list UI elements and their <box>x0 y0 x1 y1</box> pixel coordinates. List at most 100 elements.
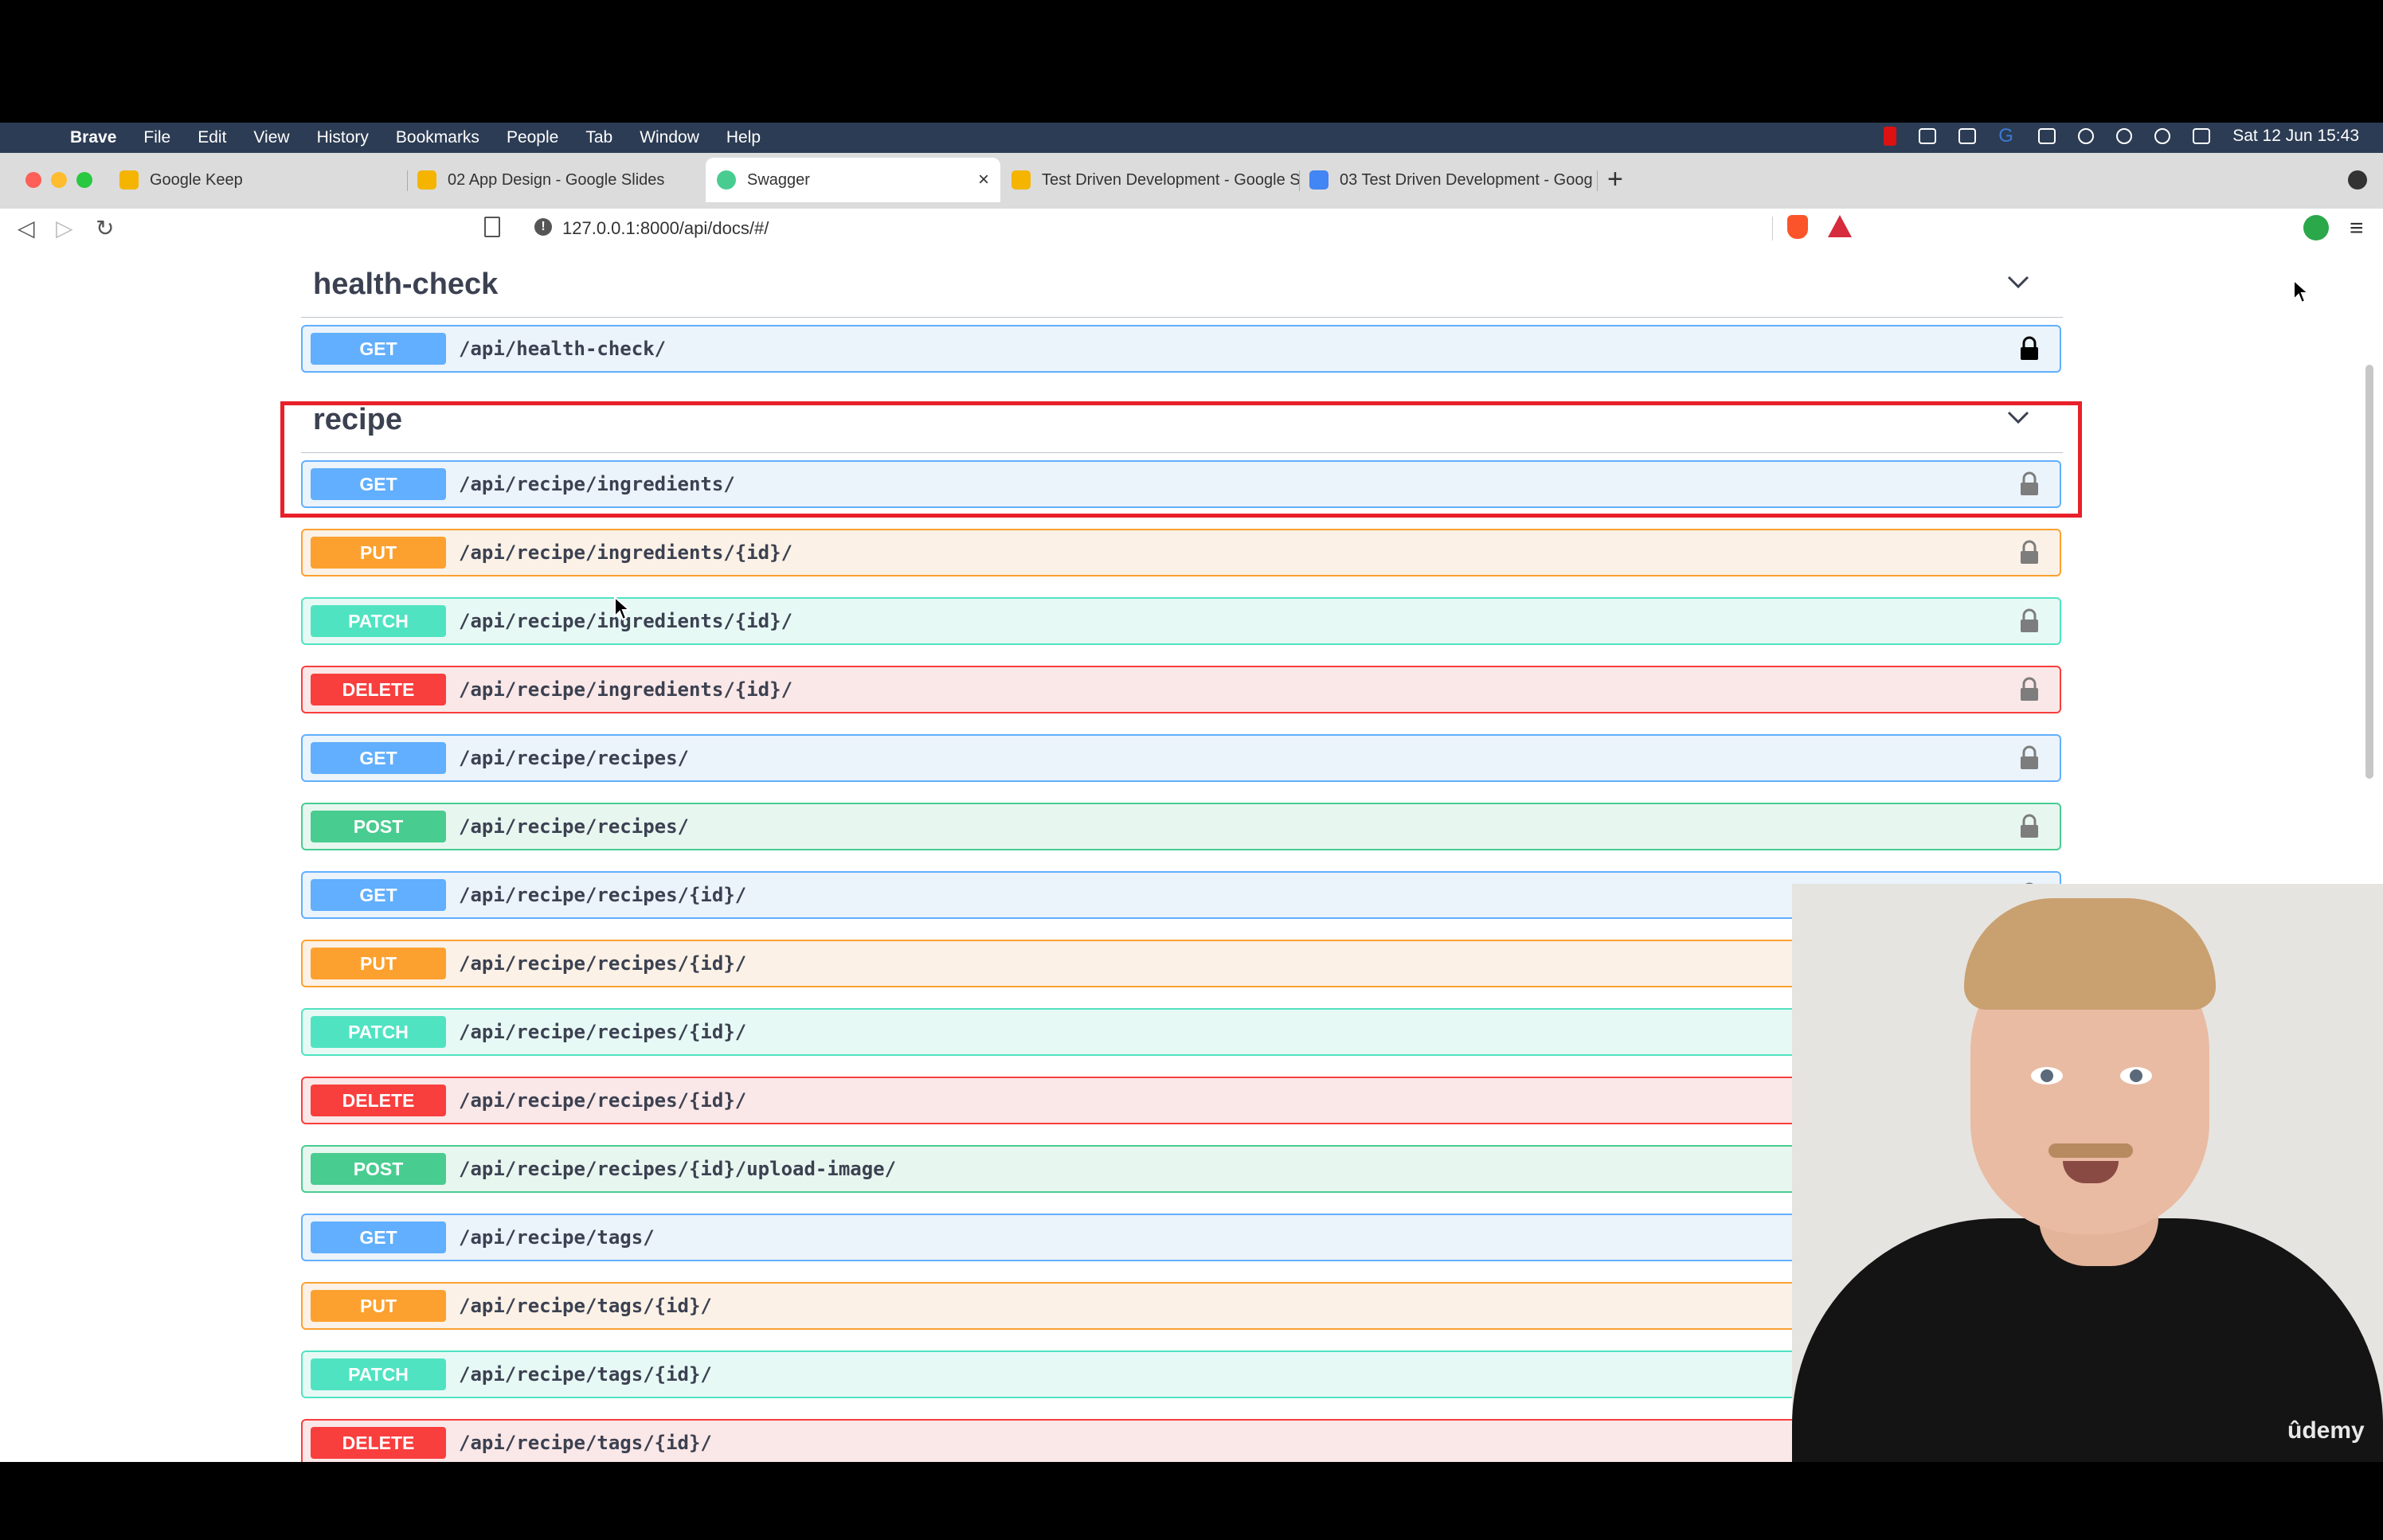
operation-path: /api/recipe/recipes/{id}/ <box>459 1021 747 1043</box>
lock-icon[interactable] <box>2019 677 2040 702</box>
bookmark-icon[interactable] <box>484 217 500 237</box>
operation-row[interactable]: GET/api/health-check/ <box>301 325 2061 373</box>
close-tab-icon[interactable]: × <box>978 169 989 191</box>
presenter-mustache <box>2048 1143 2133 1158</box>
browser-tab-bar: Google Keep 02 App Design - Google Slide… <box>0 153 2383 209</box>
swagger-icon <box>717 170 736 190</box>
section-divider <box>301 317 2063 318</box>
menu-help[interactable]: Help <box>726 128 761 147</box>
battery-icon[interactable] <box>2038 128 2056 144</box>
method-badge-patch: PATCH <box>311 605 446 637</box>
menu-clock[interactable]: Sat 12 Jun 15:43 <box>2232 127 2359 146</box>
address-bar[interactable]: 127.0.0.1:8000/api/docs/#/ <box>562 218 769 239</box>
menu-app-name[interactable]: Brave <box>70 128 116 147</box>
status-area: G Sat 12 Jun 15:43 <box>1884 127 2359 146</box>
menu-file[interactable]: File <box>143 128 170 147</box>
method-badge-put: PUT <box>311 537 446 569</box>
menu-bookmarks[interactable]: Bookmarks <box>396 128 479 147</box>
operation-path: /api/recipe/recipes/{id}/upload-image/ <box>459 1158 897 1180</box>
spotlight-search-icon[interactable] <box>2154 128 2171 144</box>
grammarly-icon[interactable]: G <box>1998 127 2016 146</box>
presenter-eye <box>2120 1067 2152 1085</box>
presenter-eye <box>2031 1067 2063 1085</box>
recording-icon[interactable] <box>1884 127 1897 146</box>
menu-view[interactable]: View <box>253 128 289 147</box>
operation-row[interactable]: PATCH/api/recipe/ingredients/{id}/ <box>301 597 2061 645</box>
menu-people[interactable]: People <box>507 128 558 147</box>
highlight-box <box>280 401 2082 518</box>
tab-swagger[interactable]: Swagger × <box>706 158 1000 202</box>
menu-tab[interactable]: Tab <box>585 128 612 147</box>
wifi-icon[interactable] <box>2078 128 2095 144</box>
tab-google-slides[interactable]: 02 App Design - Google Slides <box>417 159 706 201</box>
presenter-hair <box>1964 898 2216 1010</box>
presenter-webcam <box>1792 884 2383 1462</box>
method-badge-put: PUT <box>311 1290 446 1322</box>
user-icon[interactable] <box>2116 128 2133 144</box>
app-menus: Brave File Edit View History Bookmarks P… <box>70 128 788 147</box>
operation-path: /api/recipe/tags/{id}/ <box>459 1363 712 1386</box>
control-center-icon[interactable] <box>2193 128 2211 144</box>
lock-icon[interactable] <box>2019 336 2040 362</box>
site-info-icon[interactable]: ! <box>534 218 552 236</box>
browser-menu-icon[interactable]: ≡ <box>2350 215 2364 242</box>
tab-title: Google Keep <box>150 170 243 189</box>
lock-icon[interactable] <box>2019 540 2040 565</box>
google-keep-icon <box>119 170 139 190</box>
method-badge-get: GET <box>311 1221 446 1253</box>
operation-path: /api/recipe/recipes/ <box>459 815 689 838</box>
operation-row[interactable]: PUT/api/recipe/ingredients/{id}/ <box>301 529 2061 577</box>
extension-icon[interactable] <box>2303 215 2329 240</box>
tab-title: 02 App Design - Google Slides <box>448 170 665 189</box>
brave-rewards-icon[interactable] <box>1828 215 1852 237</box>
back-icon[interactable]: ◁ <box>18 215 35 241</box>
udemy-watermark: ûdemy <box>2287 1417 2365 1444</box>
operation-row[interactable]: POST/api/recipe/recipes/ <box>301 803 2061 850</box>
section-title-health-check[interactable]: health-check <box>313 268 498 302</box>
operation-path: /api/health-check/ <box>459 338 667 360</box>
docker-icon[interactable] <box>1919 128 1937 144</box>
tab-separator <box>407 170 408 191</box>
operation-path: /api/recipe/tags/{id}/ <box>459 1295 712 1317</box>
method-badge-post: POST <box>311 1153 446 1185</box>
tab-title: Swagger <box>747 170 810 189</box>
method-badge-delete: DELETE <box>311 674 446 706</box>
menu-window[interactable]: Window <box>640 128 699 147</box>
lock-icon[interactable] <box>2019 814 2040 839</box>
zoom-window-icon[interactable] <box>76 172 92 188</box>
method-badge-put: PUT <box>311 948 446 979</box>
operation-path: /api/recipe/ingredients/{id}/ <box>459 678 793 701</box>
reload-icon[interactable]: ↻ <box>96 215 114 241</box>
google-slides-icon <box>1012 170 1031 190</box>
shield-icon[interactable] <box>1958 128 1977 144</box>
minimize-window-icon[interactable] <box>51 172 67 188</box>
lock-icon[interactable] <box>2019 745 2040 771</box>
operation-path: /api/recipe/ingredients/{id}/ <box>459 541 793 564</box>
operation-path: /api/recipe/recipes/{id}/ <box>459 952 747 975</box>
page-scrollbar[interactable] <box>2365 365 2373 779</box>
tab-tdd-drive[interactable]: 03 Test Driven Development - Goog <box>1309 159 1598 201</box>
toolbar-divider <box>1772 217 1773 240</box>
operation-path: /api/recipe/recipes/{id}/ <box>459 1089 747 1112</box>
method-badge-get: GET <box>311 333 446 365</box>
operation-path: /api/recipe/recipes/ <box>459 747 689 769</box>
operation-row[interactable]: GET/api/recipe/recipes/ <box>301 734 2061 782</box>
new-tab-icon[interactable]: + <box>1607 164 1623 195</box>
method-badge-patch: PATCH <box>311 1016 446 1048</box>
method-badge-patch: PATCH <box>311 1358 446 1390</box>
tab-title: Test Driven Development - Google S <box>1042 170 1300 189</box>
forward-icon[interactable]: ▷ <box>56 215 73 241</box>
tab-search-icon[interactable] <box>2348 170 2367 190</box>
menu-history[interactable]: History <box>317 128 369 147</box>
brave-shields-icon[interactable] <box>1787 215 1808 239</box>
menu-edit[interactable]: Edit <box>198 128 226 147</box>
lock-icon[interactable] <box>2019 608 2040 634</box>
tab-separator <box>1597 170 1598 191</box>
close-window-icon[interactable] <box>25 172 41 188</box>
chevron-down-icon[interactable] <box>2007 271 2029 293</box>
tab-google-keep[interactable]: Google Keep <box>119 159 408 201</box>
tab-tdd-slides[interactable]: Test Driven Development - Google S <box>1012 159 1300 201</box>
operation-row[interactable]: DELETE/api/recipe/ingredients/{id}/ <box>301 666 2061 713</box>
browser-toolbar: ◁ ▷ ↻ ! 127.0.0.1:8000/api/docs/#/ ≡ <box>0 209 2383 249</box>
google-slides-icon <box>417 170 436 190</box>
